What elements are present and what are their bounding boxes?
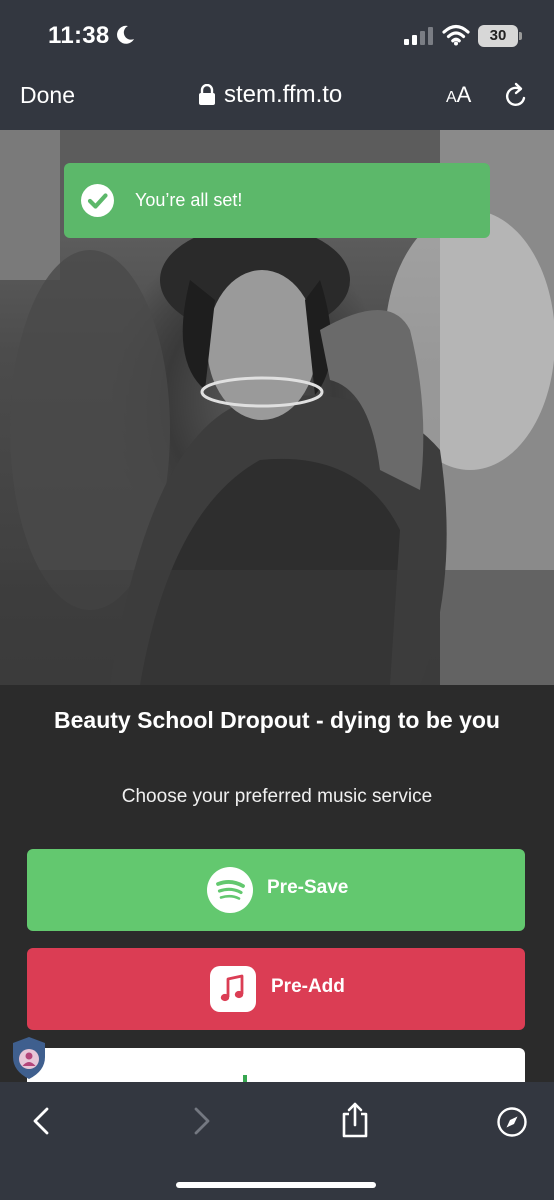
apple-music-icon: [210, 966, 256, 1012]
check-circle-icon: [81, 184, 114, 217]
text-size-large-a: A: [456, 82, 472, 107]
text-size-small-a: A: [446, 89, 457, 106]
lock-icon: [199, 84, 215, 105]
safari-url-bar: Done stem.ffm.to AA: [0, 70, 554, 130]
release-title: Beauty School Dropout - dying to be you: [54, 707, 500, 733]
home-indicator: [176, 1182, 376, 1188]
release-panel: Beauty School Dropout - dying to be you …: [0, 685, 554, 1082]
apple-music-pre-add-button[interactable]: Pre-Add: [27, 948, 525, 1030]
check-mark-glyph: [87, 193, 108, 209]
privacy-shield-icon[interactable]: [10, 1035, 48, 1081]
status-time: 11:38: [48, 22, 110, 49]
spotify-logo-glyph: [216, 880, 245, 900]
success-toast: You’re all set!: [64, 163, 490, 238]
url-text[interactable]: stem.ffm.to: [224, 81, 342, 109]
back-icon[interactable]: [27, 1106, 57, 1136]
share-icon[interactable]: [340, 1102, 370, 1138]
photo-ground: [0, 570, 554, 685]
wifi-icon: [442, 24, 470, 46]
cellular-signal-icon: [404, 27, 433, 45]
browser-top-chrome: 11:38 30 Done stem.ffm.to AA: [0, 0, 554, 130]
pre-save-label: Pre-Save: [267, 877, 349, 898]
reload-icon[interactable]: [502, 82, 530, 110]
toast-message: You’re all set!: [135, 190, 243, 210]
music-note-glyph: [220, 974, 244, 1002]
pre-add-label: Pre-Add: [271, 976, 345, 997]
moon-icon: [117, 25, 134, 44]
service-logo-icon: [243, 1075, 247, 1082]
spotify-pre-save-button[interactable]: Pre-Save: [27, 849, 525, 931]
forward-icon[interactable]: [186, 1106, 216, 1136]
status-bar: 11:38 30: [0, 0, 554, 70]
safari-bottom-toolbar: [0, 1082, 554, 1200]
done-button[interactable]: Done: [20, 82, 75, 109]
battery-icon: 30: [478, 25, 522, 47]
additional-service-button[interactable]: [27, 1048, 525, 1082]
photo-left-building: [0, 130, 60, 280]
compass-icon[interactable]: [496, 1106, 528, 1138]
spotify-icon: [207, 867, 253, 913]
photo-hair-left: [182, 280, 215, 390]
service-prompt: Choose your preferred music service: [121, 786, 433, 807]
photo-face: [207, 270, 317, 420]
text-size-button[interactable]: AA: [446, 82, 471, 108]
